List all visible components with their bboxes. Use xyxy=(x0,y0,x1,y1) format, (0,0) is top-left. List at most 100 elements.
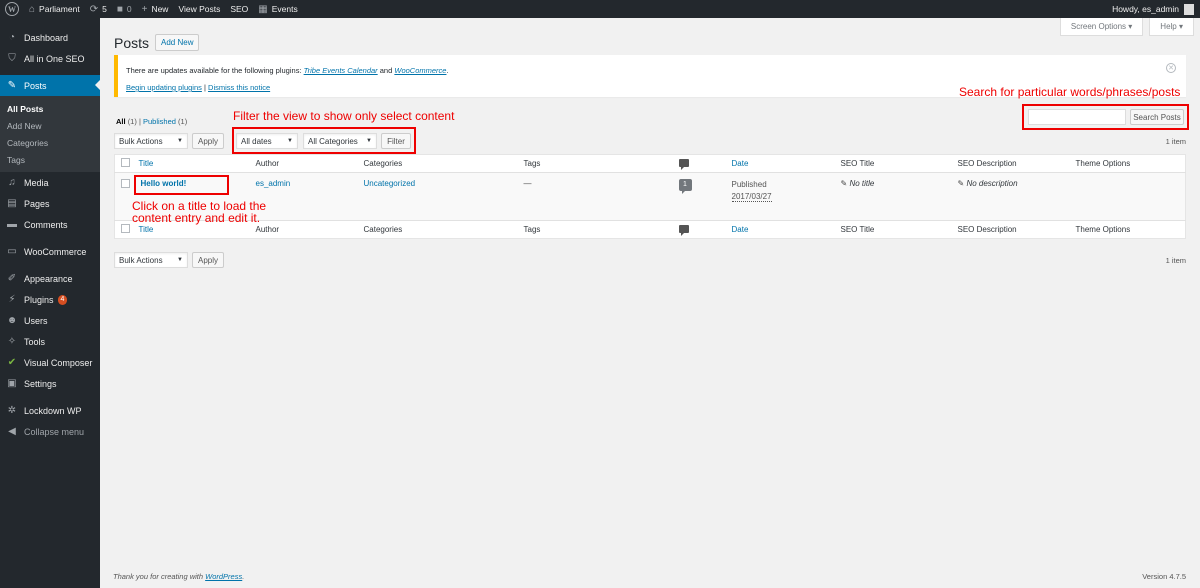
items-count-top: 1 item xyxy=(1165,137,1186,146)
screen-options-tab[interactable]: Screen Options ▾ xyxy=(1059,18,1144,36)
sidebar-item-tools[interactable]: ✧ Tools xyxy=(0,331,100,352)
view-published[interactable]: Published (1) xyxy=(143,117,187,126)
annotation-search: Search for particular words/phrases/post… xyxy=(959,85,1181,99)
my-account[interactable]: Howdy, es_admin xyxy=(1112,3,1200,15)
close-icon[interactable]: ✕ xyxy=(1166,63,1176,73)
view-all[interactable]: All (1) xyxy=(116,117,137,126)
sidebar-item-all-in-one-seo[interactable]: ⛉ All in One SEO xyxy=(0,48,100,69)
sidebar-item-visual-composer[interactable]: ✔ Visual Composer xyxy=(0,352,100,373)
wrench-icon: ✧ xyxy=(7,336,17,347)
apply-button-bottom[interactable]: Apply xyxy=(192,252,224,268)
sidebar-item-lockdown-wp[interactable]: ✲ Lockdown WP xyxy=(0,400,100,421)
sidebar-item-plugins[interactable]: ⚡ Plugins 4 xyxy=(0,289,100,310)
collapse-menu-button[interactable]: ◀ Collapse menu xyxy=(0,421,100,442)
column-theme-options: Theme Options xyxy=(1071,154,1186,173)
cell-date: Published 2017/03/27 xyxy=(731,180,772,202)
sidebar-item-posts[interactable]: ✎ Posts xyxy=(0,75,100,96)
column-author: Author xyxy=(251,154,360,173)
user-icon: ☻ xyxy=(6,315,18,326)
pencil-icon[interactable]: ✎ xyxy=(958,179,965,188)
sidebar-item-appearance[interactable]: ✐ Appearance xyxy=(0,268,100,289)
sidebar-item-comments[interactable]: ▬ Comments xyxy=(0,214,100,235)
add-new-button[interactable]: Add New xyxy=(155,34,200,51)
plus-icon: + xyxy=(141,3,148,15)
search-posts-button[interactable]: Search Posts xyxy=(1130,109,1184,125)
date-value: 2017/03/27 xyxy=(731,192,772,202)
sidebar-item-users[interactable]: ☻ Users xyxy=(0,310,100,331)
select-all-checkbox-bottom[interactable] xyxy=(121,224,130,233)
sidebar-item-dashboard[interactable]: ◔ Dashboard xyxy=(0,27,100,48)
begin-updating-link[interactable]: Begin updating plugins xyxy=(126,83,202,92)
column-seo-title-bottom: SEO Title xyxy=(836,220,954,239)
column-author-bottom: Author xyxy=(251,220,360,239)
posts-submenu: All Posts Add New Categories Tags xyxy=(0,96,100,172)
wp-logo-menu[interactable]: W xyxy=(0,0,24,18)
footer-thanks: Thank you for creating with WordPress. xyxy=(113,572,245,581)
plugin-link-woocommerce[interactable]: WooCommerce xyxy=(394,66,446,75)
author-link[interactable]: es_admin xyxy=(256,179,291,188)
table-row: Hello world! es_admin Uncategorized — 1 … xyxy=(114,172,1186,221)
column-categories: Categories xyxy=(359,154,520,173)
comments-link[interactable]: ■ 0 xyxy=(112,0,137,18)
post-status-views: All (1) | Published (1) xyxy=(116,117,188,126)
plug-icon: ⚡ xyxy=(8,294,16,305)
events-link[interactable]: ▦ Events xyxy=(253,0,302,18)
cell-author: es_admin xyxy=(252,173,360,221)
comment-icon xyxy=(678,158,689,170)
submenu-add-new[interactable]: Add New xyxy=(0,117,100,134)
bulk-actions-select-top[interactable]: Bulk Actions ▼ xyxy=(114,133,188,149)
dates-filter-select[interactable]: All dates ▼ xyxy=(236,133,298,149)
column-tags-bottom: Tags xyxy=(519,220,675,239)
bulk-actions-select-bottom[interactable]: Bulk Actions ▼ xyxy=(114,252,188,268)
wordpress-link[interactable]: WordPress xyxy=(205,572,242,581)
sidebar-item-pages[interactable]: ▤ Pages xyxy=(0,193,100,214)
chevron-down-icon: ▼ xyxy=(177,138,183,144)
sidebar-item-media[interactable]: ♫ Media xyxy=(0,172,100,193)
dismiss-notice-link[interactable]: Dismiss this notice xyxy=(208,83,270,92)
column-comments[interactable] xyxy=(674,154,728,173)
column-date-bottom[interactable]: Date xyxy=(727,220,837,239)
settings-icon: ▣ xyxy=(7,378,17,389)
pencil-icon[interactable]: ✎ xyxy=(841,179,848,188)
gear-icon: ✲ xyxy=(7,405,17,416)
home-icon: ⌂ xyxy=(29,3,36,15)
annotation-filter: Filter the view to show only select cont… xyxy=(233,109,455,123)
select-all-checkbox[interactable] xyxy=(121,158,130,167)
sidebar-item-woocommerce[interactable]: ▭ WooCommerce xyxy=(0,241,100,262)
view-posts-link[interactable]: View Posts xyxy=(173,0,225,18)
column-comments-bottom[interactable] xyxy=(674,220,728,239)
new-content-link[interactable]: + New xyxy=(137,0,174,18)
collapse-icon: ◀ xyxy=(8,426,16,437)
categories-filter-select[interactable]: All Categories ▼ xyxy=(303,133,377,149)
comment-icon: ■ xyxy=(116,3,123,15)
category-link[interactable]: Uncategorized xyxy=(364,179,416,188)
column-categories-bottom: Categories xyxy=(359,220,520,239)
comment-count-bubble[interactable]: 1 xyxy=(678,179,692,194)
column-seo-description: SEO Description xyxy=(953,154,1072,173)
row-checkbox[interactable] xyxy=(121,179,130,188)
seo-link[interactable]: SEO xyxy=(225,0,253,18)
help-tab[interactable]: Help ▾ xyxy=(1149,18,1194,36)
brush-icon: ✐ xyxy=(7,273,17,284)
filter-button[interactable]: Filter xyxy=(381,133,411,149)
sidebar-item-settings[interactable]: ▣ Settings xyxy=(0,373,100,394)
column-date[interactable]: Date xyxy=(727,154,837,173)
cell-categories: Uncategorized xyxy=(360,173,520,221)
cell-tags: — xyxy=(523,179,532,188)
apply-button-top[interactable]: Apply xyxy=(192,133,224,149)
admin-menu: ◔ Dashboard ⛉ All in One SEO ✎ Posts All Po… xyxy=(0,18,100,588)
search-input[interactable] xyxy=(1028,109,1126,125)
submenu-tags[interactable]: Tags xyxy=(0,151,100,168)
updates-link[interactable]: ⟳ 5 xyxy=(85,0,112,18)
site-name-link[interactable]: ⌂ Parliament xyxy=(24,0,85,18)
column-seo-description-bottom: SEO Description xyxy=(953,220,1072,239)
cell-seo-description: ✎ No description xyxy=(957,179,1018,188)
plugin-link-tribe-events[interactable]: Tribe Events Calendar xyxy=(304,66,378,75)
cell-theme-options xyxy=(1072,173,1186,221)
woo-icon: ▭ xyxy=(7,246,17,257)
submenu-categories[interactable]: Categories xyxy=(0,134,100,151)
submenu-all-posts[interactable]: All Posts xyxy=(0,100,100,117)
select-all-checkbox-cell xyxy=(114,154,135,173)
column-title[interactable]: Title xyxy=(134,154,252,173)
screen-meta-links: Screen Options ▾ Help ▾ xyxy=(1059,18,1200,36)
